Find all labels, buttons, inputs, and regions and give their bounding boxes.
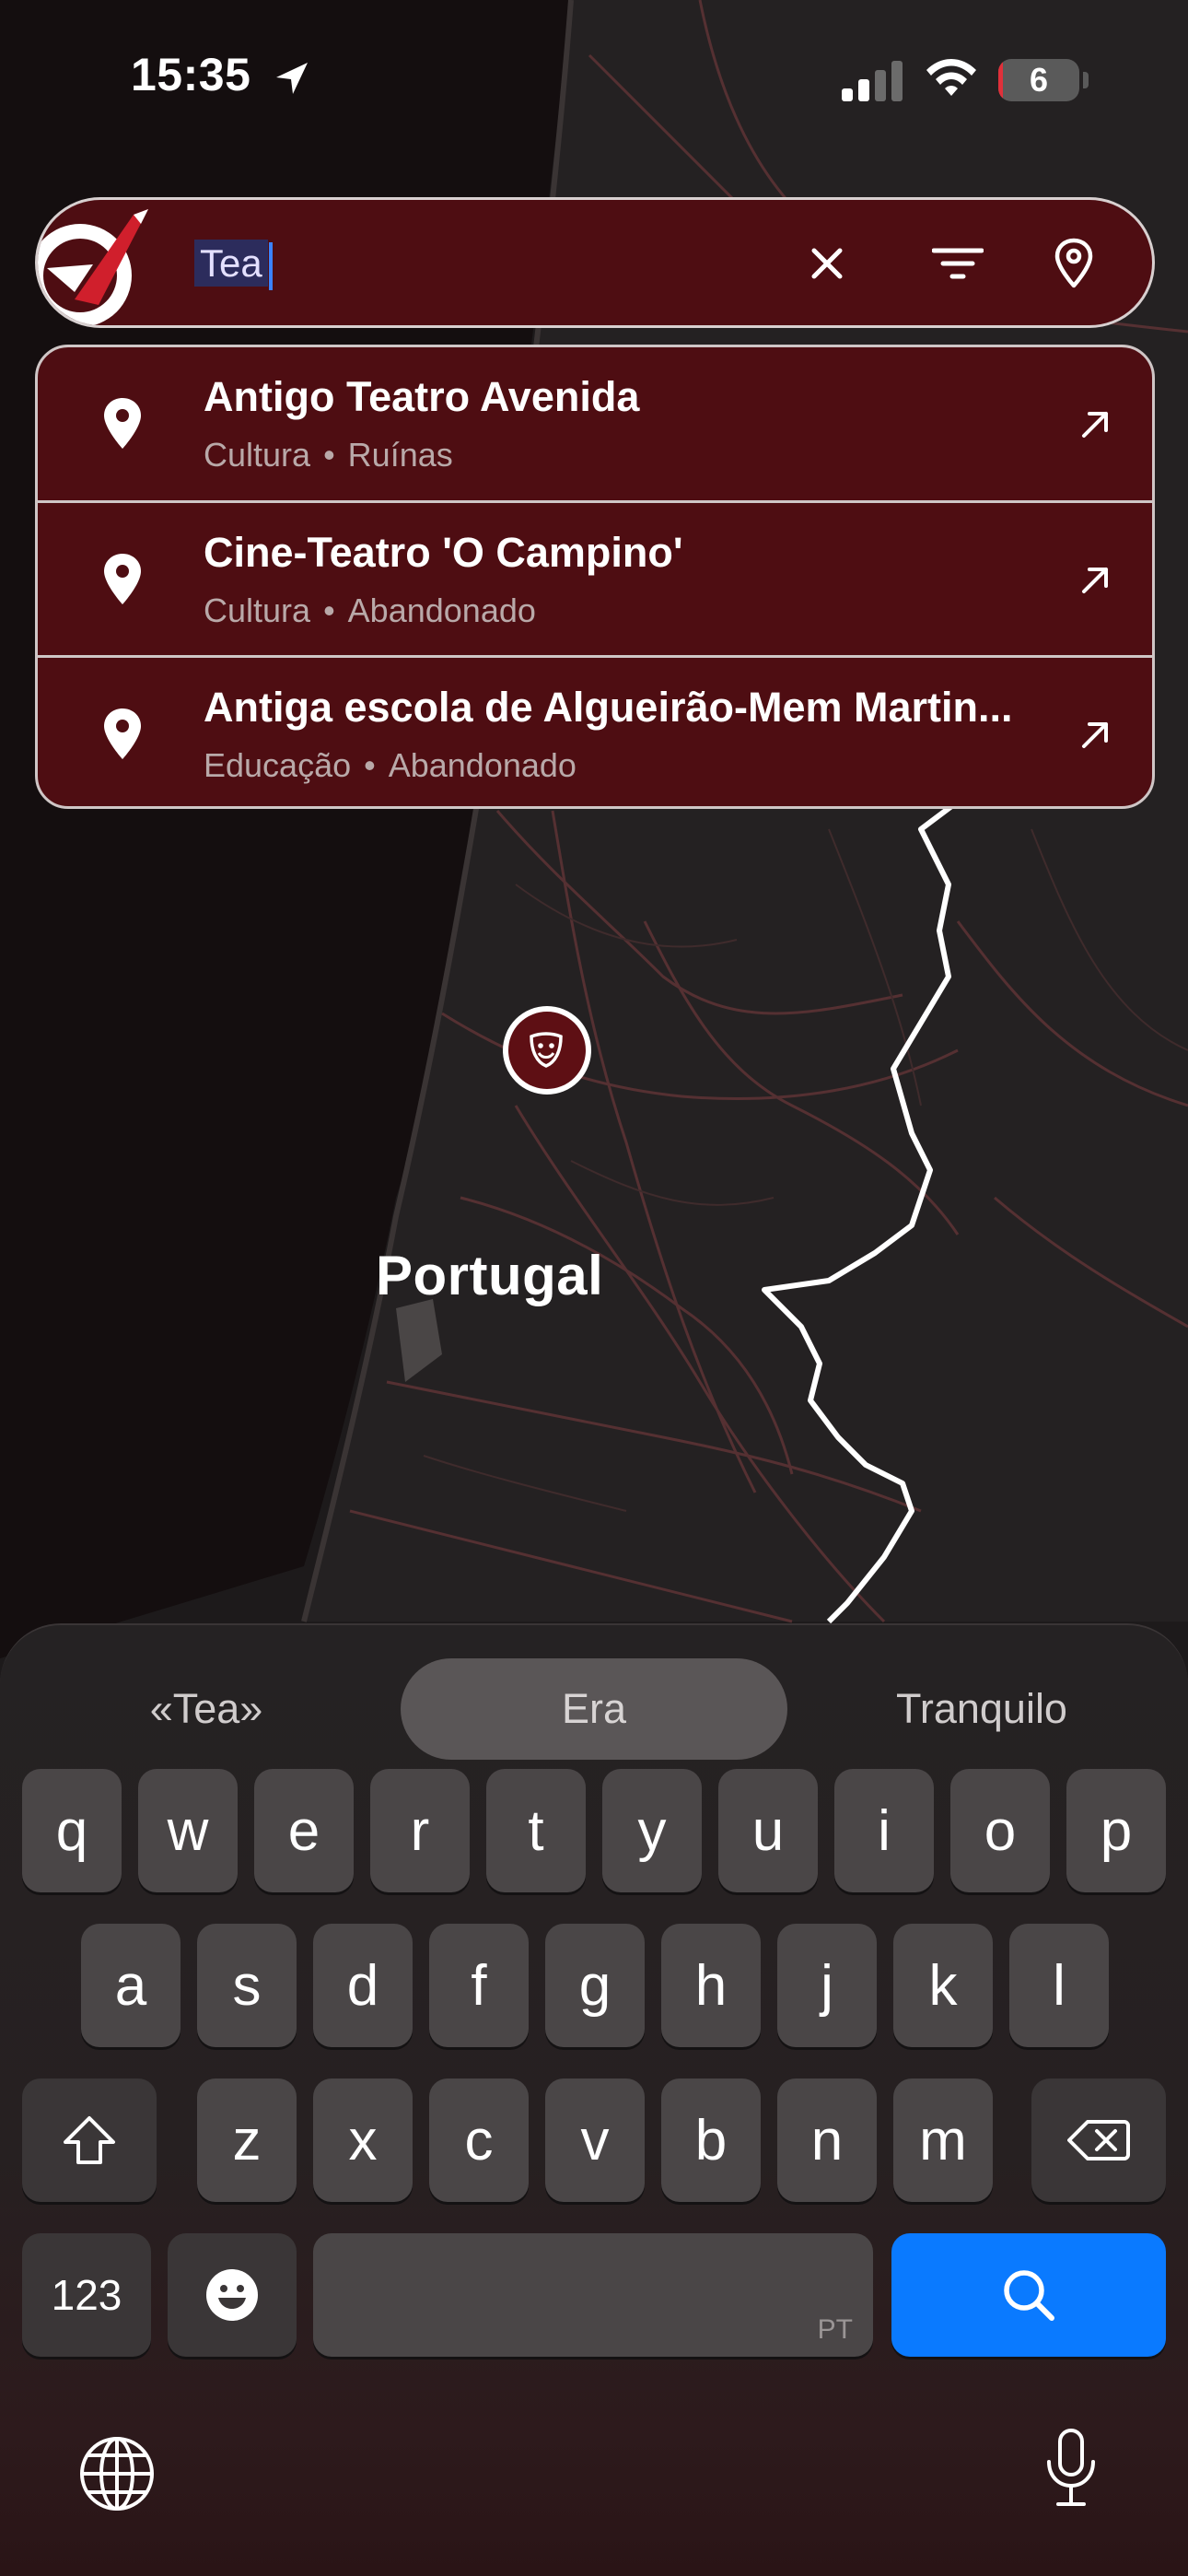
key-y[interactable]: y xyxy=(602,1769,702,1892)
key-b[interactable]: b xyxy=(661,2078,761,2202)
close-icon xyxy=(811,248,843,279)
text-caret xyxy=(268,241,273,290)
key-f[interactable]: f xyxy=(429,1924,529,2047)
shift-icon xyxy=(64,2116,115,2164)
key-j[interactable]: j xyxy=(777,1924,877,2047)
key-d[interactable]: d xyxy=(313,1924,413,2047)
key-i[interactable]: i xyxy=(834,1769,934,1892)
suggestion-category: Cultura xyxy=(204,591,311,629)
key-k[interactable]: k xyxy=(893,1924,993,2047)
key-u[interactable]: u xyxy=(718,1769,818,1892)
key-s[interactable]: s xyxy=(197,1924,297,2047)
globe-key[interactable] xyxy=(76,2432,158,2515)
separator-dot: • xyxy=(323,591,335,629)
suggestion-subtitle: Educação • Abandonado xyxy=(204,746,577,785)
filter-button[interactable] xyxy=(926,231,990,296)
key-m[interactable]: m xyxy=(893,2078,993,2202)
cellular-signal-icon xyxy=(842,61,903,101)
emoji-icon xyxy=(206,2269,258,2321)
backspace-key[interactable] xyxy=(1031,2078,1166,2202)
clear-search-button[interactable] xyxy=(795,231,859,296)
search-key[interactable] xyxy=(891,2233,1166,2357)
battery-indicator: 6 xyxy=(998,59,1079,101)
key-o[interactable]: o xyxy=(950,1769,1050,1892)
suggestion-category: Educação xyxy=(204,746,352,784)
arrow-up-right-icon xyxy=(1082,722,1108,748)
app-screen: Portugal 15:35 6 Tea Antigo Teatro Aveni… xyxy=(0,0,1188,2576)
search-icon xyxy=(1004,2270,1054,2321)
suggestion-subtitle: Cultura • Ruínas xyxy=(204,436,453,474)
numbers-key[interactable]: 123 xyxy=(22,2233,151,2357)
key-a[interactable]: a xyxy=(81,1924,181,2047)
suggestion-title: Cine-Teatro 'O Campino' xyxy=(204,529,683,576)
suggestion-status: Abandonado xyxy=(347,591,536,629)
battery-tip xyxy=(1083,72,1089,88)
suggestion-title: Antiga escola de Algueirão-Mem Martin... xyxy=(204,684,1013,731)
microphone-icon xyxy=(1047,2429,1095,2506)
place-pin-icon xyxy=(104,708,141,759)
key-n[interactable]: n xyxy=(777,2078,877,2202)
backspace-icon xyxy=(1067,2120,1130,2160)
battery-level: 6 xyxy=(1029,61,1049,99)
search-bar[interactable]: Tea xyxy=(35,197,1155,328)
space-language-label: PT xyxy=(817,2314,853,2345)
location-button[interactable] xyxy=(1042,231,1106,296)
key-e[interactable]: e xyxy=(254,1769,354,1892)
app-logo-icon xyxy=(38,209,148,325)
key-t[interactable]: t xyxy=(486,1769,586,1892)
shift-key[interactable] xyxy=(22,2078,157,2202)
key-c[interactable]: c xyxy=(429,2078,529,2202)
search-input[interactable]: Tea xyxy=(194,235,273,292)
globe-icon xyxy=(80,2437,154,2511)
location-arrow-icon xyxy=(276,63,308,94)
dictation-key[interactable] xyxy=(1030,2427,1112,2510)
emoji-key[interactable] xyxy=(168,2233,297,2357)
suggestion-item[interactable]: Antigo Teatro Avenida Cultura • Ruínas xyxy=(38,347,1152,502)
map-marker-cultura[interactable] xyxy=(503,1006,591,1095)
suggestion-title: Antigo Teatro Avenida xyxy=(204,373,640,420)
key-g[interactable]: g xyxy=(545,1924,645,2047)
suggestion-status: Ruínas xyxy=(347,436,453,474)
key-l[interactable]: l xyxy=(1009,1924,1109,2047)
theatre-masks-icon xyxy=(530,1032,563,1068)
map-country-label: Portugal xyxy=(376,1245,604,1306)
prediction-bar: «Tea» Era Tranquilo xyxy=(0,1640,1188,1760)
separator-dot: • xyxy=(323,436,335,474)
prediction-2[interactable]: Era xyxy=(401,1658,787,1760)
key-p[interactable]: p xyxy=(1066,1769,1166,1892)
place-pin-icon xyxy=(104,554,141,604)
key-r[interactable]: r xyxy=(370,1769,470,1892)
key-v[interactable]: v xyxy=(545,2078,645,2202)
arrow-up-right-icon xyxy=(1082,412,1108,438)
status-bar: 15:35 6 xyxy=(0,0,1188,157)
wifi-icon xyxy=(926,59,976,96)
suggestion-subtitle: Cultura • Abandonado xyxy=(204,591,536,630)
suggestion-item[interactable]: Cine-Teatro 'O Campino' Cultura • Abandona… xyxy=(38,500,1152,655)
separator-dot: • xyxy=(364,746,376,784)
key-w[interactable]: w xyxy=(138,1769,238,1892)
place-pin-icon xyxy=(104,398,141,449)
key-q[interactable]: q xyxy=(22,1769,122,1892)
search-input-value: Tea xyxy=(194,240,268,287)
filter-icon xyxy=(932,248,984,279)
prediction-3[interactable]: Tranquilo xyxy=(788,1658,1175,1760)
suggestion-item[interactable]: Antiga escola de Algueirão-Mem Martin...… xyxy=(38,655,1152,806)
prediction-1[interactable]: «Tea» xyxy=(13,1658,400,1760)
keyboard: «Tea» Era Tranquilo q w e r t y u i o p … xyxy=(0,1623,1188,2576)
arrow-up-right-icon xyxy=(1082,568,1108,593)
key-h[interactable]: h xyxy=(661,1924,761,2047)
location-pin-icon xyxy=(1054,238,1093,288)
key-z[interactable]: z xyxy=(197,2078,297,2202)
space-key[interactable]: PT xyxy=(313,2233,873,2357)
suggestion-status: Abandonado xyxy=(388,746,577,784)
suggestion-category: Cultura xyxy=(204,436,311,474)
status-time: 15:35 xyxy=(131,49,251,100)
search-suggestions: Antigo Teatro Avenida Cultura • Ruínas Cin… xyxy=(35,345,1155,809)
key-x[interactable]: x xyxy=(313,2078,413,2202)
